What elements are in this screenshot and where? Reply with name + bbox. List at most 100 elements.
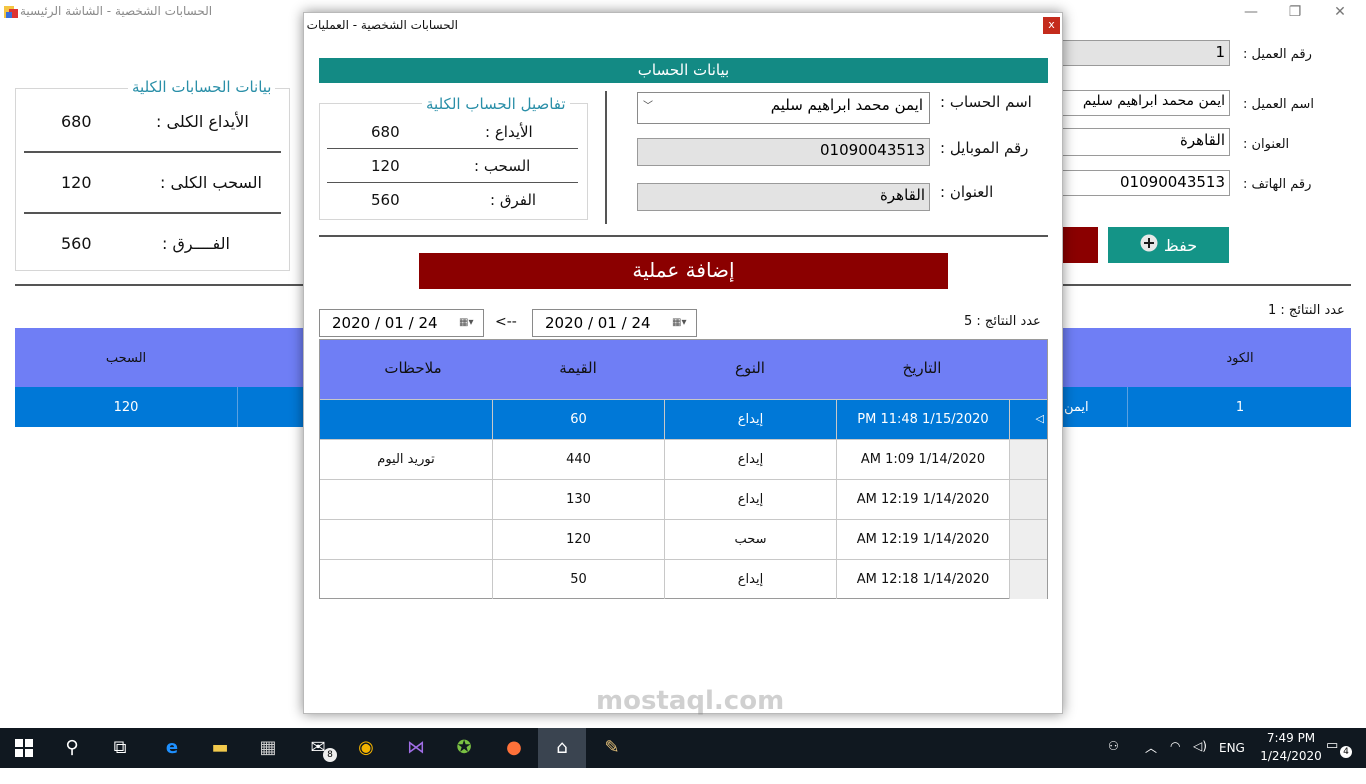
divider [24,151,281,153]
account-name-combo[interactable]: ايمن محمد ابراهيم سليم ﹀ [637,92,930,124]
search-icon[interactable]: ⚲ [48,728,96,768]
totals-group-title: بيانات الحسابات الكلية [128,78,276,96]
deposit-label: الأيداع : [485,123,533,141]
table-row[interactable]: ◁ PM 11:48 1/15/2020 إيداع 60 [320,399,1047,439]
customer-phone-field[interactable]: 01090043513 [1060,170,1230,196]
header-amount[interactable]: القيمة [492,359,664,377]
cell-date[interactable]: AM 12:18 1/14/2020 [836,560,1009,599]
operations-dialog: الحسابات الشخصية - العمليات x بيانات الح… [303,12,1063,714]
main-grid-cell-name[interactable]: ايمن [1064,400,1114,415]
customer-address-field[interactable]: القاهرة [1060,128,1230,156]
volume-icon[interactable]: ◁) [1193,739,1207,753]
cell-date[interactable]: PM 11:48 1/15/2020 [836,400,1009,439]
close-button[interactable]: ✕ [1317,0,1363,26]
dialog-results-count: عدد النتائج : 5 [964,314,1041,329]
firefox-icon[interactable]: ● [490,728,538,768]
cell-type[interactable]: إيداع [664,400,836,439]
table-row[interactable]: AM 12:19 1/14/2020 إيداع 130 [320,479,1047,519]
account-summary-group [319,103,588,220]
save-button[interactable]: حفظ [1108,227,1229,263]
divider [327,182,578,183]
row-selector[interactable] [1009,480,1047,519]
cell-amount[interactable]: 440 [492,440,664,479]
cell-type[interactable]: سحب [664,520,836,559]
cell-amount[interactable]: 130 [492,480,664,519]
windows-start-icon[interactable] [0,728,48,768]
total-withdraw-label: السحب الكلى : [160,173,262,192]
address-label: العنوان : [940,183,994,201]
visual-studio-icon[interactable]: ⋈ [392,728,440,768]
divider [24,212,281,214]
customer-name-field[interactable]: ايمن محمد ابراهيم سليم [1060,90,1230,116]
cell-date[interactable]: AM 1:09 1/14/2020 [836,440,1009,479]
header-date[interactable]: التاريخ [836,359,1008,377]
cell-notes[interactable] [320,560,492,599]
restore-button[interactable]: ❐ [1272,0,1318,26]
row-pointer-icon: ◁ [1035,412,1044,425]
notification-icon[interactable]: ▭ [1326,738,1338,753]
address-field[interactable]: القاهرة [637,183,930,211]
cell-type[interactable]: إيداع [664,480,836,519]
table-row[interactable]: AM 12:19 1/14/2020 سحب 120 [320,519,1047,559]
row-selector[interactable] [1009,440,1047,479]
date-from-picker[interactable]: 2020 / 01 / 24 ▦▾ [319,309,484,337]
notification-badge: 4 [1340,746,1352,758]
delete-button[interactable] [1060,227,1098,263]
add-operation-button[interactable]: إضافة عملية [419,253,948,289]
dialog-title: الحسابات الشخصية - العمليات [306,18,458,32]
wifi-icon[interactable]: ◠ [1170,739,1180,753]
task-view-icon[interactable]: ⧉ [96,728,144,768]
customer-id-label: رقم العميل : [1243,47,1312,62]
cell-amount[interactable]: 60 [492,400,664,439]
cell-amount[interactable]: 50 [492,560,664,599]
app-home-icon[interactable]: ⌂ [538,728,586,768]
cell-type[interactable]: إيداع [664,560,836,599]
language-indicator[interactable]: ENG [1219,741,1245,755]
cell-notes[interactable] [320,400,492,439]
row-selector[interactable] [1009,520,1047,559]
total-deposit-label: الأيداع الكلى : [156,112,249,131]
header-type[interactable]: النوع [664,359,836,377]
header-notes[interactable]: ملاحظات [320,359,506,377]
paint-icon[interactable]: ✎ [588,728,636,768]
table-row[interactable]: AM 12:18 1/14/2020 إيداع 50 [320,559,1047,599]
cell-notes[interactable] [320,480,492,519]
main-grid-header-withdraw[interactable]: السحب [15,351,237,366]
customer-id-field[interactable]: 1 [1060,40,1230,66]
date-to-picker[interactable]: 2020 / 01 / 24 ▦▾ [532,309,697,337]
main-results-count: عدد النتائج : 1 [1268,303,1345,318]
total-withdraw-value: 120 [61,173,92,192]
dialog-close-button[interactable]: x [1043,17,1060,34]
mail-badge: 8 [323,748,337,762]
main-grid-cell-code[interactable]: 1 [1130,400,1350,415]
store-icon[interactable]: ▦ [244,728,292,768]
cell-date[interactable]: AM 12:19 1/14/2020 [836,480,1009,519]
cell-notes[interactable] [320,520,492,559]
main-grid-header-code[interactable]: الكود [1130,351,1350,366]
edge-browser-icon[interactable]: e [148,728,196,768]
mail-icon[interactable]: ✉ [294,728,342,768]
row-selector[interactable] [1009,560,1047,599]
android-studio-icon[interactable]: ✪ [440,728,488,768]
chrome-icon[interactable]: ◉ [342,728,390,768]
table-row[interactable]: AM 1:09 1/14/2020 إيداع 440 توريد اليوم [320,439,1047,479]
file-explorer-icon[interactable]: ▬ [196,728,244,768]
account-name-label: اسم الحساب : [940,93,1032,111]
cell-amount[interactable]: 120 [492,520,664,559]
cell-notes[interactable]: توريد اليوم [320,440,492,479]
taskbar: ⚲ ⧉ e ▬ ▦ ✉ 8 ◉ ⋈ ✪ ● ⌂ ✎ ⚇ ︿ ◠ ◁) ENG 7… [0,728,1366,768]
main-window-title: الحسابات الشخصية - الشاشة الرئيسية [20,4,213,18]
cell-date[interactable]: AM 12:19 1/14/2020 [836,520,1009,559]
minimize-button[interactable]: — [1228,0,1274,26]
clock-time[interactable]: 7:49 PM [1256,731,1326,745]
withdraw-value: 120 [371,157,400,175]
cell-type[interactable]: إيداع [664,440,836,479]
grid-divider [237,387,238,427]
row-selector[interactable]: ◁ [1009,400,1047,439]
main-grid-cell-withdraw[interactable]: 120 [15,400,237,415]
chevron-down-icon: ﹀ [643,101,653,112]
chevron-up-icon[interactable]: ︿ [1145,739,1157,756]
people-icon[interactable]: ⚇ [1108,739,1119,753]
mobile-field[interactable]: 01090043513 [637,138,930,166]
clock-date[interactable]: 1/24/2020 [1256,749,1326,763]
